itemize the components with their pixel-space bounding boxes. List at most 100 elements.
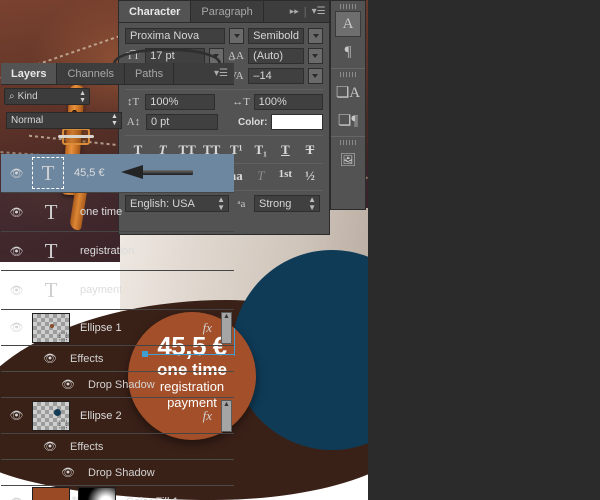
paragraph-styles-icon[interactable]: ❏¶ bbox=[335, 107, 361, 133]
visibility-toggle-icon[interactable]: 👁 bbox=[1, 409, 32, 422]
panel-divider: | bbox=[303, 5, 307, 18]
dock-grip[interactable] bbox=[340, 140, 356, 145]
search-icon: ⌕ bbox=[9, 91, 15, 102]
leading-field[interactable]: (Auto) bbox=[248, 48, 304, 64]
layer-effects-icon[interactable]: fx bbox=[203, 408, 212, 424]
font-family-dropdown[interactable] bbox=[229, 28, 245, 44]
list-item[interactable]: 👁 Drop Shadow bbox=[1, 372, 234, 398]
divider bbox=[125, 89, 323, 90]
visibility-toggle-icon[interactable]: 👁 bbox=[1, 245, 32, 258]
tracking-dropdown[interactable] bbox=[307, 68, 324, 84]
dock-grip[interactable] bbox=[340, 4, 356, 9]
table-row[interactable]: 👁 T one time bbox=[1, 193, 234, 232]
panel-tools: ▾☰ bbox=[208, 63, 234, 84]
layer-name: one time bbox=[80, 206, 123, 218]
layer-list: 👁 T 45,5 € 👁 T one time 👁 T registration bbox=[1, 154, 234, 500]
leading-icon: A̲A bbox=[228, 50, 244, 62]
layer-name: Ellipse 1 bbox=[80, 321, 122, 334]
font-size-dropdown[interactable] bbox=[208, 48, 224, 64]
antialias-select[interactable]: Strong ▲ ▼ bbox=[254, 195, 320, 212]
layer-effects-icon[interactable]: fx bbox=[203, 320, 212, 336]
visibility-toggle-icon[interactable]: 👁 bbox=[1, 167, 32, 180]
horizontal-scale-icon: ↔T bbox=[232, 96, 251, 108]
left-arrow-annotation bbox=[121, 165, 193, 179]
font-size-field[interactable]: 17 pt bbox=[145, 48, 205, 64]
blend-mode-select[interactable]: Normal ▲ ▼ bbox=[6, 111, 122, 129]
font-style-field[interactable]: Semibold bbox=[248, 28, 305, 44]
size-leading-row: T͡T 17 pt A̲A (Auto) bbox=[125, 48, 323, 64]
mask-link-icon[interactable]: ⛓ bbox=[70, 497, 83, 500]
titling-alternates-button[interactable]: T bbox=[250, 168, 272, 184]
tabbar-filler bbox=[174, 63, 208, 84]
dock-grip[interactable] bbox=[340, 72, 356, 77]
paragraph-panel-icon[interactable]: ¶ bbox=[335, 39, 361, 65]
effects-visibility-icon[interactable]: 👁 bbox=[1, 440, 63, 453]
baseline-shift-field[interactable]: 0 pt bbox=[146, 114, 218, 130]
panel-menu-icon[interactable]: ▾☰ bbox=[214, 68, 228, 79]
layer-name: 45,5 € bbox=[74, 167, 105, 179]
filter-kind-label: Kind bbox=[17, 91, 38, 102]
panel-dock-strip: A ¶ ❏A ❏¶ 🖼 bbox=[330, 0, 366, 210]
visibility-toggle-icon[interactable]: 👁 bbox=[1, 496, 32, 500]
table-row[interactable]: 👁 T 45,5 € bbox=[1, 154, 234, 193]
scrollbar-thumb[interactable]: ▲ bbox=[221, 400, 232, 432]
type-layer-thumbnail[interactable]: T bbox=[32, 197, 70, 227]
double-chevron-right-icon[interactable]: ▸▸ bbox=[290, 6, 299, 17]
font-family-field[interactable]: Proxima Nova bbox=[125, 28, 226, 44]
list-item[interactable]: 👁 Effects bbox=[1, 346, 234, 372]
text-color-swatch[interactable] bbox=[271, 114, 323, 130]
divider bbox=[331, 136, 365, 137]
drop-shadow-visibility-icon[interactable]: 👁 bbox=[1, 378, 81, 391]
table-row[interactable]: 👁 ⬚ Ellipse 1 fx ▲ bbox=[1, 310, 234, 346]
horizontal-scale-field[interactable]: 100% bbox=[253, 94, 323, 110]
list-item[interactable]: 👁 Effects bbox=[1, 434, 234, 460]
tab-channels[interactable]: Channels bbox=[57, 63, 125, 84]
shape-layer-thumbnail[interactable]: ⬚ bbox=[32, 312, 70, 343]
scrollbar-thumb[interactable]: ▲ bbox=[221, 312, 232, 344]
fractions-button[interactable]: ½ bbox=[299, 168, 321, 184]
font-row: Proxima Nova Semibold bbox=[125, 28, 323, 44]
type-layer-thumbnail[interactable]: T bbox=[32, 236, 70, 266]
character-panel-tabbar: Character Paragraph ▸▸ | ▾☰ bbox=[119, 1, 329, 23]
effects-visibility-icon[interactable]: 👁 bbox=[1, 352, 63, 365]
shape-layer-thumbnail[interactable]: ⬚ bbox=[32, 400, 70, 431]
vertical-scale-field[interactable]: 100% bbox=[145, 94, 215, 110]
layer-mask-thumbnail[interactable] bbox=[78, 487, 116, 500]
table-row[interactable]: 👁 T payment bbox=[1, 271, 234, 310]
library-panel-icon[interactable]: 🖼 bbox=[335, 147, 361, 173]
tab-character[interactable]: Character bbox=[119, 1, 192, 22]
subscript-button[interactable]: T₁ bbox=[250, 142, 272, 158]
leading-dropdown[interactable] bbox=[307, 48, 323, 64]
panel-menu-icon[interactable]: ▾☰ bbox=[312, 6, 326, 17]
table-row[interactable]: 👁 ⬚ Ellipse 2 fx ▲ bbox=[1, 398, 234, 434]
character-panel-icon[interactable]: A bbox=[335, 11, 361, 37]
table-row[interactable]: 👁 ⬚ ⛓ Color Fill 1 bbox=[1, 486, 234, 500]
visibility-toggle-icon[interactable]: 👁 bbox=[1, 206, 32, 219]
type-layer-thumbnail[interactable]: T bbox=[32, 157, 64, 189]
stepper-icon: ▲ ▼ bbox=[308, 194, 316, 212]
visibility-toggle-icon[interactable]: 👁 bbox=[1, 284, 32, 297]
tracking-field[interactable]: –14 bbox=[248, 68, 304, 84]
layer-name: registration bbox=[80, 245, 135, 257]
underline-button[interactable]: T bbox=[274, 142, 296, 158]
table-row[interactable]: 👁 T registration bbox=[1, 232, 234, 271]
type-layer-thumbnail[interactable]: T bbox=[32, 275, 70, 305]
layer-name: payment bbox=[80, 284, 123, 296]
text-caret bbox=[234, 328, 235, 356]
blend-mode-value: Normal bbox=[11, 114, 44, 126]
filter-kind-select[interactable]: ⌕ Kind ▲ ▼ bbox=[4, 88, 90, 105]
list-item[interactable]: 👁 Drop Shadow bbox=[1, 460, 234, 486]
character-styles-icon[interactable]: ❏A bbox=[335, 79, 361, 105]
strikethrough-button[interactable]: T bbox=[299, 142, 321, 158]
tab-layers[interactable]: Layers bbox=[1, 63, 58, 84]
antialias-value: Strong bbox=[259, 197, 292, 210]
tab-paragraph[interactable]: Paragraph bbox=[191, 1, 264, 22]
tab-paths[interactable]: Paths bbox=[125, 63, 175, 84]
font-style-dropdown[interactable] bbox=[308, 28, 323, 44]
fill-layer-thumbnail[interactable]: ⬚ bbox=[32, 487, 70, 500]
layers-panel-tabbar: Layers Channels Paths ▾☰ bbox=[1, 63, 234, 85]
drop-shadow-visibility-icon[interactable]: 👁 bbox=[1, 466, 81, 479]
ordinals-button[interactable]: 1st bbox=[274, 168, 296, 184]
visibility-toggle-icon[interactable]: 👁 bbox=[1, 321, 32, 334]
photoshop-window: 45,5 € one time registration payment Cha… bbox=[0, 0, 600, 500]
